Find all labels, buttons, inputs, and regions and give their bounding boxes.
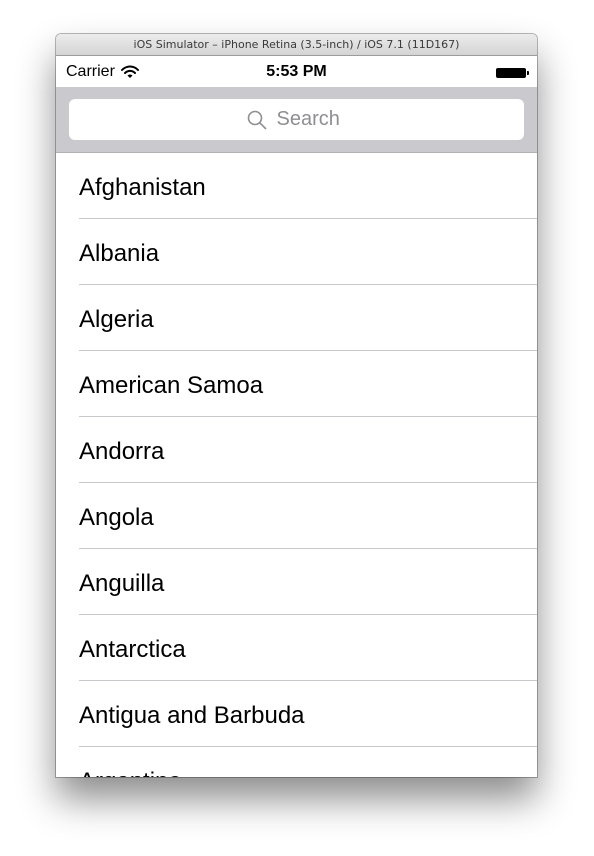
battery-icon — [496, 68, 529, 78]
list-item-label: Angola — [79, 504, 154, 531]
list-item[interactable]: Antigua and Barbuda — [56, 681, 537, 747]
stage: iOS Simulator – iPhone Retina (3.5-inch)… — [0, 0, 594, 856]
list-item-label: American Samoa — [79, 372, 264, 399]
list-item-label: Andorra — [79, 438, 165, 465]
window-titlebar[interactable]: iOS Simulator – iPhone Retina (3.5-inch)… — [56, 34, 537, 56]
list-item[interactable]: Albania — [56, 219, 537, 285]
list-item[interactable]: Afghanistan — [56, 153, 537, 219]
list-item-label: Albania — [79, 240, 160, 267]
search-icon — [247, 110, 267, 130]
search-input[interactable] — [276, 108, 347, 131]
list-item[interactable]: Algeria — [56, 285, 537, 351]
window-title: iOS Simulator – iPhone Retina (3.5-inch)… — [133, 38, 460, 51]
list-item[interactable]: Argentina — [56, 747, 537, 777]
list-item[interactable]: Angola — [56, 483, 537, 549]
search-field[interactable] — [69, 99, 524, 140]
list-item[interactable]: American Samoa — [56, 351, 537, 417]
status-time: 5:53 PM — [266, 63, 327, 80]
list-item[interactable]: Andorra — [56, 417, 537, 483]
simulator-window: iOS Simulator – iPhone Retina (3.5-inch)… — [56, 34, 537, 777]
list-item-label: Anguilla — [79, 570, 165, 597]
list-item-label: Algeria — [79, 306, 154, 333]
country-list[interactable]: Afghanistan Albania Algeria American Sam… — [56, 153, 537, 777]
list-item[interactable]: Antarctica — [56, 615, 537, 681]
list-item-label: Argentina — [79, 768, 182, 777]
list-item[interactable]: Anguilla — [56, 549, 537, 615]
list-item-label: Antigua and Barbuda — [79, 702, 305, 729]
status-bar: Carrier 5:53 PM — [56, 56, 537, 87]
search-bar — [56, 87, 537, 153]
list-item-label: Antarctica — [79, 636, 186, 663]
list-item-label: Afghanistan — [79, 174, 206, 201]
